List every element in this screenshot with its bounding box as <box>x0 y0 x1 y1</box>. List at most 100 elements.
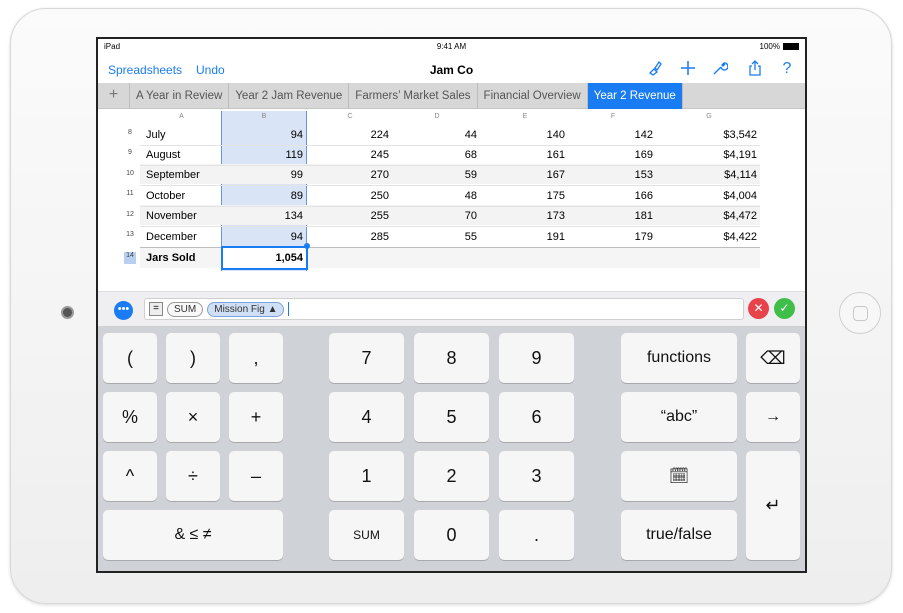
cell-g[interactable]: $4,191 <box>657 145 761 165</box>
cell-b[interactable]: 94 <box>221 227 307 247</box>
key-6[interactable]: 6 <box>499 392 574 442</box>
cell-c[interactable]: 250 <box>307 186 393 206</box>
row-label[interactable]: July <box>146 125 166 145</box>
brush-icon[interactable] <box>646 60 664 78</box>
cell-c[interactable]: 245 <box>307 145 393 165</box>
key-functions[interactable]: functions <box>621 333 737 383</box>
row-label[interactable]: September <box>146 165 200 185</box>
key-8[interactable]: 8 <box>414 333 489 383</box>
key-multiply[interactable]: × <box>166 392 220 442</box>
cell-e[interactable]: 161 <box>481 145 569 165</box>
cell-e[interactable]: 140 <box>481 125 569 145</box>
key-comma[interactable]: , <box>229 333 283 383</box>
tab-arrow-icon[interactable]: → <box>746 392 800 442</box>
cell-g[interactable]: $4,422 <box>657 227 761 247</box>
cell-d[interactable]: 55 <box>393 227 481 247</box>
share-icon[interactable] <box>746 60 764 78</box>
selection-handle[interactable] <box>304 243 310 249</box>
column-header-g[interactable]: G <box>657 113 761 123</box>
key-text[interactable]: “abc” <box>621 392 737 442</box>
cell-d[interactable]: 59 <box>393 165 481 185</box>
tab-a-year-in-review[interactable]: A Year in Review <box>130 83 230 109</box>
cell-b[interactable]: 94 <box>221 125 307 145</box>
key-4[interactable]: 4 <box>329 392 404 442</box>
key-0[interactable]: 0 <box>414 510 489 560</box>
accept-formula-button[interactable]: ✓ <box>774 298 795 319</box>
cell-b[interactable]: 119 <box>221 145 307 165</box>
key-open-paren[interactable]: ( <box>103 333 157 383</box>
column-header-f[interactable]: F <box>569 113 657 123</box>
home-button[interactable] <box>839 292 881 334</box>
key-close-paren[interactable]: ) <box>166 333 220 383</box>
cell-c[interactable]: 255 <box>307 206 393 226</box>
row-label[interactable]: October <box>146 186 185 206</box>
key-divide[interactable]: ÷ <box>166 451 220 501</box>
calendar-clock-icon[interactable]: 🗓 <box>621 451 737 501</box>
help-icon[interactable]: ? <box>778 60 796 78</box>
key-1[interactable]: 1 <box>329 451 404 501</box>
cell-c[interactable]: 285 <box>307 227 393 247</box>
column-header-c[interactable]: C <box>307 113 393 123</box>
key-percent[interactable]: % <box>103 392 157 442</box>
key-decimal[interactable]: . <box>499 510 574 560</box>
key-comparison[interactable]: & ≤ ≠ <box>103 510 283 560</box>
add-sheet-button[interactable]: + <box>98 83 130 109</box>
cell-f[interactable]: 181 <box>569 206 657 226</box>
cancel-formula-button[interactable]: ✕ <box>748 298 769 319</box>
cell-f[interactable]: 142 <box>569 125 657 145</box>
cell-e[interactable]: 173 <box>481 206 569 226</box>
cell-d[interactable]: 70 <box>393 206 481 226</box>
column-header-a[interactable]: A <box>142 113 221 123</box>
key-2[interactable]: 2 <box>414 451 489 501</box>
reference-token[interactable]: Mission Fig ▲ <box>207 301 285 317</box>
cell-g[interactable]: $4,472 <box>657 206 761 226</box>
key-plus[interactable]: + <box>229 392 283 442</box>
cell-g[interactable]: $3,542 <box>657 125 761 145</box>
key-7[interactable]: 7 <box>329 333 404 383</box>
key-caret[interactable]: ^ <box>103 451 157 501</box>
row-label[interactable]: August <box>146 145 180 165</box>
row-label[interactable]: November <box>146 206 197 226</box>
tab-year-2-jam-revenue[interactable]: Year 2 Jam Revenue <box>229 83 350 109</box>
cell-e[interactable]: 191 <box>481 227 569 247</box>
tab-financial-overview[interactable]: Financial Overview <box>478 83 588 109</box>
cell-e[interactable]: 167 <box>481 165 569 185</box>
more-options-button[interactable]: ••• <box>114 301 133 320</box>
cell-f[interactable]: 166 <box>569 186 657 206</box>
cell-f[interactable]: 179 <box>569 227 657 247</box>
total-label[interactable]: Jars Sold <box>146 248 196 268</box>
plus-icon[interactable] <box>679 60 697 78</box>
cell-d[interactable]: 44 <box>393 125 481 145</box>
cell-c[interactable]: 224 <box>307 125 393 145</box>
cell-b[interactable]: 89 <box>221 186 307 206</box>
tab-farmers-market-sales[interactable]: Farmers’ Market Sales <box>349 83 478 109</box>
function-token[interactable]: SUM <box>167 301 204 317</box>
cell-c[interactable]: 270 <box>307 165 393 185</box>
key-9[interactable]: 9 <box>499 333 574 383</box>
key-5[interactable]: 5 <box>414 392 489 442</box>
return-icon[interactable]: ↵ <box>746 451 800 560</box>
column-header-d[interactable]: D <box>393 113 481 123</box>
key-sum[interactable]: SUM <box>329 510 404 560</box>
column-header-b[interactable]: B <box>221 113 307 123</box>
wrench-icon[interactable] <box>711 60 729 78</box>
column-header-e[interactable]: E <box>481 113 569 123</box>
cell-e[interactable]: 175 <box>481 186 569 206</box>
key-minus[interactable]: – <box>229 451 283 501</box>
total-value[interactable]: 1,054 <box>221 248 307 268</box>
cell-d[interactable]: 48 <box>393 186 481 206</box>
key-3[interactable]: 3 <box>499 451 574 501</box>
cell-d[interactable]: 68 <box>393 145 481 165</box>
formula-input[interactable]: = SUM Mission Fig ▲ <box>144 298 744 320</box>
cell-b[interactable]: 99 <box>221 165 307 185</box>
cell-f[interactable]: 169 <box>569 145 657 165</box>
cell-g[interactable]: $4,004 <box>657 186 761 206</box>
delete-icon[interactable]: ⌫ <box>746 333 800 383</box>
spreadsheet-table[interactable]: A B C D E F G 8 July 94 224 44 140 142 $… <box>98 109 805 289</box>
cell-b[interactable]: 134 <box>221 206 307 226</box>
key-true-false[interactable]: true/false <box>621 510 737 560</box>
row-label[interactable]: December <box>146 227 197 247</box>
tab-year-2-revenue[interactable]: Year 2 Revenue <box>587 83 683 109</box>
cell-f[interactable]: 153 <box>569 165 657 185</box>
cell-g[interactable]: $4,114 <box>657 165 761 185</box>
